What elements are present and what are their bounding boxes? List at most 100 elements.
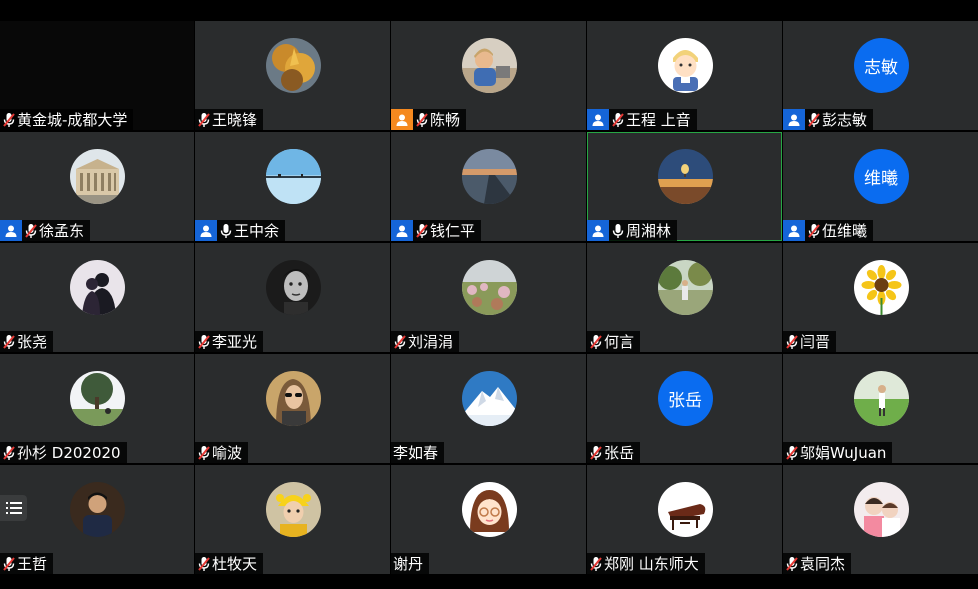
participant-tile[interactable]: 李如春 xyxy=(391,354,586,463)
participant-namebox: 伍维曦 xyxy=(805,220,874,241)
participant-name: 周湘林 xyxy=(626,222,672,240)
participant-name: 张岳 xyxy=(604,444,635,462)
participant-label: 张尧 xyxy=(0,331,54,352)
avatar xyxy=(461,482,517,537)
participant-name: 彭志敏 xyxy=(822,111,868,129)
mic-muted-icon xyxy=(2,112,16,128)
user-badge-icon xyxy=(391,220,413,241)
participant-tile[interactable]: 杜牧天 xyxy=(195,465,390,574)
user-badge-icon xyxy=(587,220,609,241)
participant-tile[interactable]: 张尧 xyxy=(0,243,194,352)
participant-namebox: 王哲 xyxy=(0,553,54,574)
participant-label: 周湘林 xyxy=(587,220,678,241)
participant-tile[interactable]: 刘涓涓 xyxy=(391,243,586,352)
mic-muted-icon xyxy=(785,445,799,461)
participant-tile[interactable]: 黄金城-成都大学 xyxy=(0,21,194,130)
mic-muted-icon xyxy=(807,223,821,239)
participant-name: 郑刚 山东师大 xyxy=(604,555,699,573)
participant-label: 钱仁平 xyxy=(391,220,482,241)
participant-grid: 黄金城-成都大学 王晓锋 陈畅 王程 上音 志敏 彭志敏 徐孟东 王中余 钱仁平 周湘林 维曦 伍维曦… xyxy=(0,21,978,576)
participant-tile[interactable]: 袁同杰 xyxy=(783,465,978,574)
participant-tile[interactable]: 王中余 xyxy=(195,132,390,241)
participant-label: 陈畅 xyxy=(391,109,467,130)
mic-muted-icon xyxy=(807,112,821,128)
participant-label: 李亚光 xyxy=(195,331,264,352)
avatar xyxy=(70,482,125,537)
participant-namebox: 李亚光 xyxy=(195,331,264,352)
text-avatar: 维曦 xyxy=(853,149,909,204)
participant-namebox: 邬娟WuJuan xyxy=(783,442,893,463)
list-menu-icon[interactable] xyxy=(0,495,27,521)
participant-tile[interactable]: 钱仁平 xyxy=(391,132,586,241)
participant-tile[interactable]: 谢丹 xyxy=(391,465,586,574)
avatar xyxy=(70,149,125,204)
avatar xyxy=(70,371,125,426)
user-badge-icon xyxy=(587,109,609,130)
mic-muted-icon xyxy=(197,112,211,128)
avatar xyxy=(853,482,909,537)
participant-label: 袁同杰 xyxy=(783,553,852,574)
participant-name: 何言 xyxy=(604,333,635,351)
participant-name: 喻波 xyxy=(212,444,243,462)
participant-name: 杜牧天 xyxy=(212,555,258,573)
avatar xyxy=(265,482,321,537)
participant-name: 袁同杰 xyxy=(800,555,846,573)
mic-muted-icon xyxy=(415,112,429,128)
participant-name: 王哲 xyxy=(17,555,48,573)
participant-namebox: 张岳 xyxy=(587,442,641,463)
participant-tile[interactable]: 志敏彭志敏 xyxy=(783,21,978,130)
participant-name: 李亚光 xyxy=(212,333,258,351)
participant-name: 王晓锋 xyxy=(212,111,258,129)
participant-tile[interactable]: 闫晋 xyxy=(783,243,978,352)
bottom-bar xyxy=(0,576,978,589)
participant-tile[interactable]: 邬娟WuJuan xyxy=(783,354,978,463)
participant-namebox: 谢丹 xyxy=(391,553,430,574)
avatar xyxy=(657,482,713,537)
participant-name: 黄金城-成都大学 xyxy=(17,111,128,129)
top-bar xyxy=(0,0,978,21)
participant-namebox: 李如春 xyxy=(391,442,445,463)
participant-namebox: 何言 xyxy=(587,331,641,352)
avatar xyxy=(657,38,713,93)
participant-name: 张尧 xyxy=(17,333,48,351)
participant-tile[interactable]: 王哲 xyxy=(0,465,194,574)
participant-tile[interactable]: 孙杉 D202020 xyxy=(0,354,194,463)
participant-namebox: 周湘林 xyxy=(609,220,678,241)
participant-namebox: 袁同杰 xyxy=(783,553,852,574)
participant-tile[interactable]: 陈畅 xyxy=(391,21,586,130)
participant-namebox: 郑刚 山东师大 xyxy=(587,553,705,574)
participant-tile[interactable]: 徐孟东 xyxy=(0,132,194,241)
participant-tile[interactable]: 王晓锋 xyxy=(195,21,390,130)
participant-name: 钱仁平 xyxy=(430,222,476,240)
participant-tile[interactable]: 王程 上音 xyxy=(587,21,782,130)
user-badge-icon xyxy=(783,109,805,130)
mic-muted-icon xyxy=(2,445,16,461)
participant-tile[interactable]: 周湘林 xyxy=(587,132,782,241)
participant-name: 王中余 xyxy=(234,222,280,240)
participant-tile[interactable]: 维曦伍维曦 xyxy=(783,132,978,241)
mic-muted-icon xyxy=(197,445,211,461)
participant-label: 伍维曦 xyxy=(783,220,874,241)
participant-label: 何言 xyxy=(587,331,641,352)
participant-namebox: 王晓锋 xyxy=(195,109,264,130)
mic-muted-icon xyxy=(415,223,429,239)
text-avatar: 志敏 xyxy=(853,38,909,93)
participant-name: 孙杉 D202020 xyxy=(17,444,121,462)
participant-tile[interactable]: 李亚光 xyxy=(195,243,390,352)
avatar xyxy=(461,260,517,315)
avatar xyxy=(265,260,321,315)
mic-muted-icon xyxy=(611,112,625,128)
participant-label: 彭志敏 xyxy=(783,109,874,130)
participant-tile[interactable]: 郑刚 山东师大 xyxy=(587,465,782,574)
participant-label: 黄金城-成都大学 xyxy=(0,109,134,130)
participant-tile[interactable]: 何言 xyxy=(587,243,782,352)
participant-label: 刘涓涓 xyxy=(391,331,460,352)
participant-name: 李如春 xyxy=(393,444,439,462)
participant-tile[interactable]: 张岳 张岳 xyxy=(587,354,782,463)
participant-label: 王中余 xyxy=(195,220,286,241)
participant-tile[interactable]: 喻波 xyxy=(195,354,390,463)
user-badge-icon xyxy=(783,220,805,241)
avatar xyxy=(853,260,909,315)
mic-muted-icon xyxy=(785,556,799,572)
participant-name: 陈畅 xyxy=(430,111,461,129)
